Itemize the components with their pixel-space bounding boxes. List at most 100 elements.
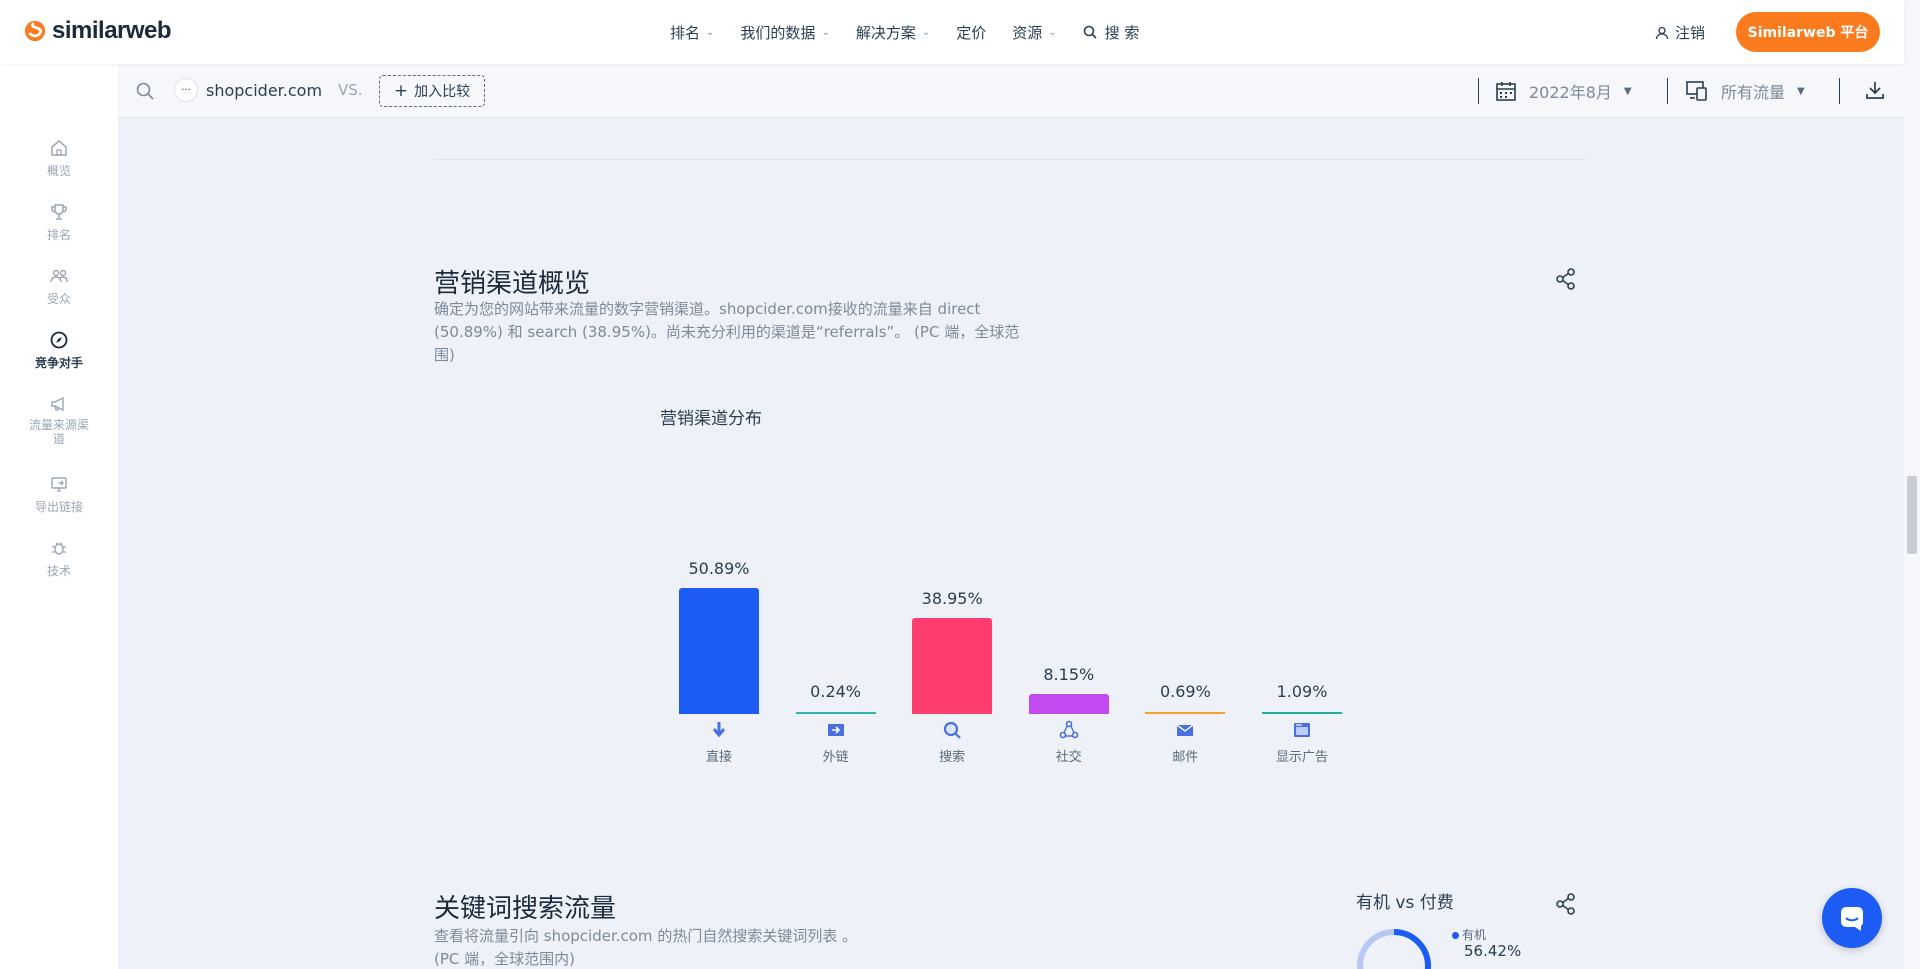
nav-item-rankings[interactable]: 排名 ⌄ <box>670 22 714 43</box>
category-label: 显示广告 <box>1275 750 1328 765</box>
similarweb-platform-button[interactable]: Similarweb 平台 <box>1736 12 1880 52</box>
marketing-channels-description: 确定为您的网站带来流量的数字营销渠道。shopcider.com接收的流量来自 … <box>434 298 1019 367</box>
share-icon[interactable] <box>1554 267 1578 291</box>
sidebar-item-ranking[interactable]: 排名 <box>0 202 118 243</box>
nav-item-solutions[interactable]: 解决方案 ⌄ <box>856 22 930 43</box>
people-icon <box>50 269 68 283</box>
chart-bar[interactable] <box>1145 712 1226 714</box>
nav-item-our-data[interactable]: 我们的数据 ⌄ <box>740 22 829 43</box>
category-label: 社交 <box>1055 750 1082 765</box>
scrollbar-thumb[interactable] <box>1907 476 1917 554</box>
organic-value: 56.42% <box>1464 942 1522 960</box>
sidebar-item-label: 技术 <box>46 564 71 578</box>
nav-label: 定价 <box>956 23 987 42</box>
home-icon <box>51 140 67 156</box>
category-label: 邮件 <box>1172 750 1199 765</box>
sidebar-item-competitors[interactable]: 竞争对手 <box>0 330 118 371</box>
sidebar-item-overview[interactable]: 概览 <box>0 138 118 179</box>
traffic-type-selector[interactable]: 所有流量 ▼ <box>1685 79 1805 103</box>
megaphone-icon <box>51 396 64 412</box>
legend-label: 有机 <box>1462 928 1487 942</box>
description-line: (PC 端，全球范围内) <box>434 950 575 968</box>
traffic-value: 所有流量 <box>1721 83 1786 102</box>
devices-icon <box>1686 81 1707 101</box>
add-compare-button[interactable]: + 加入比较 <box>379 75 485 107</box>
chevron-down-icon: ⌄ <box>921 26 931 38</box>
sidebar-item-label: 导出链接 <box>34 500 83 514</box>
caret-down-icon: ▼ <box>1623 85 1632 97</box>
nav-search[interactable]: 搜 索 <box>1083 22 1140 43</box>
chart-bar[interactable] <box>1262 712 1342 714</box>
calendar-icon <box>1496 82 1516 101</box>
description-line: (50.89%) 和 search (38.95%)。尚未充分利用的渠道是“re… <box>434 323 1020 341</box>
mail-icon <box>1176 724 1194 736</box>
similarweb-logo-icon <box>24 20 46 42</box>
organic-legend: 有机 <box>1452 926 1486 943</box>
bar-value-label: 0.24% <box>810 682 861 701</box>
site-chip[interactable]: ··· shopcider.com <box>174 78 322 102</box>
bar-value-label: 50.89% <box>688 559 750 578</box>
share-icon[interactable] <box>1554 892 1578 916</box>
toolbar-divider <box>1667 78 1668 104</box>
nav-label: 解决方案 <box>855 23 916 42</box>
category-label: 搜索 <box>939 750 966 765</box>
date-selector[interactable]: 2022年8月 ▼ <box>1495 79 1632 103</box>
logout-link[interactable]: 注销 <box>1655 22 1705 43</box>
nav-item-resources[interactable]: 资源 ⌄ <box>1012 22 1056 43</box>
main-content: 营销渠道概览 确定为您的网站带来流量的数字营销渠道。shopcider.com接… <box>118 118 1904 969</box>
link-icon <box>827 724 844 736</box>
caret-down-icon: ▼ <box>1797 85 1805 97</box>
site-favicon-icon: ··· <box>174 78 198 102</box>
external-link-icon <box>51 477 67 492</box>
chart-bar[interactable] <box>795 712 876 714</box>
category-label: 外链 <box>822 750 849 765</box>
sidebar-item-technology[interactable]: 技术 <box>0 538 118 579</box>
description-line: 围) <box>434 346 455 364</box>
organic-share-arc <box>1357 929 1431 969</box>
site-name: shopcider.com <box>206 80 323 100</box>
description-line: 查看将流量引向 shopcider.com 的热门自然搜索关键词列表 。 <box>434 927 858 945</box>
keyword-traffic-title: 关键词搜索流量 <box>434 893 617 923</box>
organic-vs-paid-title: 有机 vs 付费 <box>1356 893 1454 913</box>
chart-bar[interactable] <box>679 588 759 714</box>
nav-search-label: 搜 索 <box>1104 23 1140 42</box>
sidebar-item-audience[interactable]: 受众 <box>0 266 118 307</box>
section-divider <box>434 159 1587 160</box>
description-line: 确定为您的网站带来流量的数字营销渠道。shopcider.com接收的流量来自 … <box>434 300 981 318</box>
legend-dot <box>1452 932 1459 939</box>
sidebar-item-traffic-sources[interactable]: 流量来源渠道 <box>0 394 118 446</box>
user-icon <box>1655 26 1669 39</box>
search-icon <box>944 721 961 739</box>
sidebar-item-label: 排名 <box>46 228 71 242</box>
sidebar-item-label: 受众 <box>46 292 71 306</box>
page-scrollbar[interactable] <box>1904 0 1920 969</box>
sidebar-item-outgoing-links[interactable]: 导出链接 <box>0 474 118 515</box>
chat-icon <box>1841 907 1863 931</box>
bar-value-label: 8.15% <box>1043 664 1095 684</box>
chart-bar[interactable] <box>912 617 993 714</box>
logo[interactable]: similarweb <box>24 17 172 45</box>
sidebar-item-label: 流量来源渠道 <box>28 418 89 446</box>
nav-item-pricing[interactable]: 定价 <box>956 22 986 43</box>
bar-value-label: 0.69% <box>1159 682 1211 701</box>
chart-bar[interactable] <box>1028 693 1109 714</box>
marketing-channels-title: 营销渠道概览 <box>434 268 591 298</box>
trophy-icon <box>51 204 67 220</box>
search-icon[interactable] <box>135 81 155 101</box>
date-value: 2022年8月 <box>1529 83 1612 102</box>
site-toolbar: ··· shopcider.com VS. + 加入比较 2022年8月 ▼ 所… <box>118 64 1904 118</box>
vs-label: VS. <box>338 81 363 99</box>
toolbar-divider <box>1839 78 1840 104</box>
arrow-down-icon <box>712 722 726 738</box>
chat-button[interactable] <box>1822 888 1882 948</box>
sidebar-item-label: 概览 <box>46 164 71 178</box>
display-ad-icon <box>1294 723 1310 737</box>
chevron-down-icon: ⌄ <box>821 26 830 38</box>
bar-value-label: 1.09% <box>1276 682 1328 701</box>
chart-title: 营销渠道分布 <box>660 409 762 429</box>
nav-label: 我们的数据 <box>740 23 816 42</box>
organic-vs-paid-donut <box>1357 929 1431 969</box>
logo-text: similarweb <box>52 17 172 44</box>
download-icon[interactable] <box>1865 80 1885 100</box>
add-compare-label: 加入比较 <box>414 84 471 100</box>
